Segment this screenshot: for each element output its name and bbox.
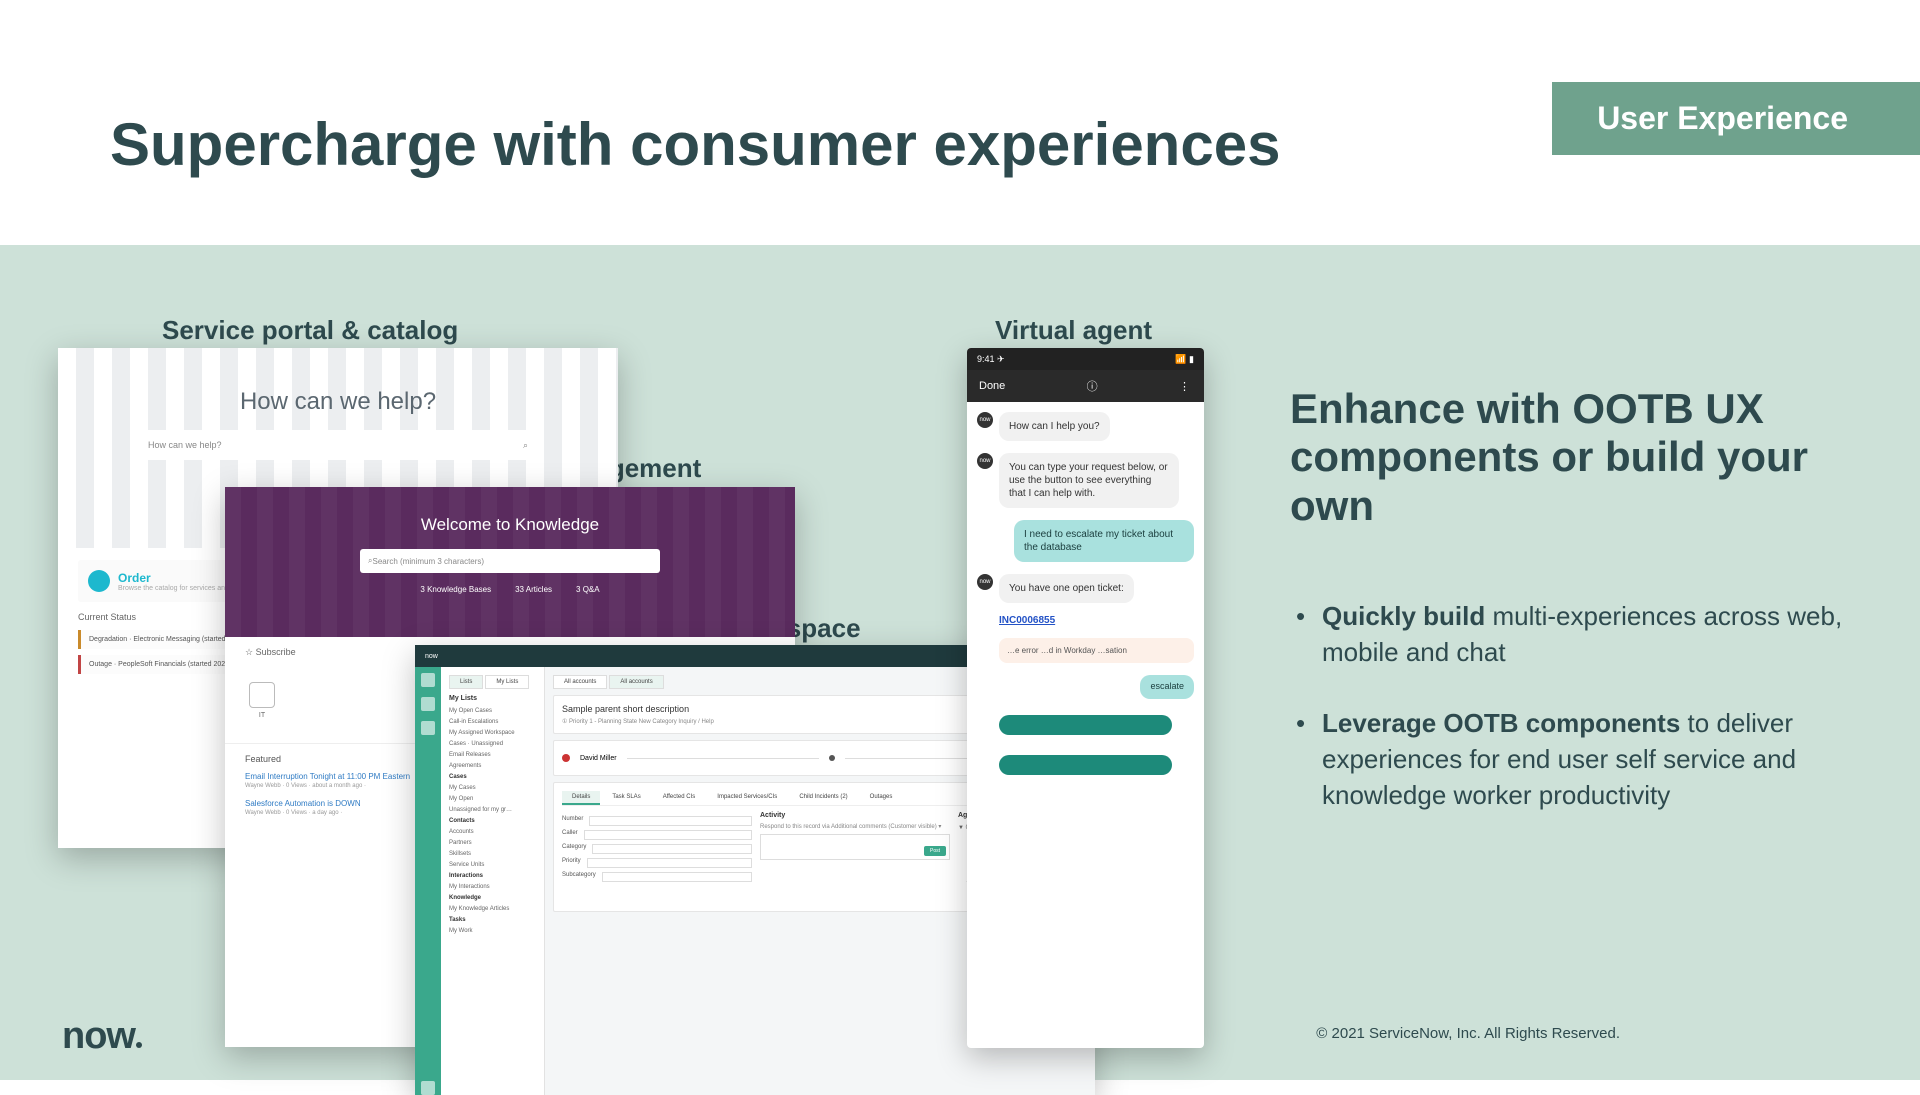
list-group[interactable]: Interactions: [449, 873, 536, 879]
list-item[interactable]: Partners: [449, 840, 536, 846]
field-input[interactable]: [587, 858, 752, 868]
list-item[interactable]: My Work: [449, 928, 536, 934]
detail-tab[interactable]: Outages: [860, 791, 903, 805]
list-item[interactable]: My Open Cases: [449, 708, 536, 714]
category-badge: User Experience: [1552, 82, 1920, 155]
home-icon[interactable]: [421, 673, 435, 687]
user-status-icon: [562, 754, 570, 762]
info-icon[interactable]: ⓘ: [1087, 378, 1098, 394]
activity-sub: Respond to this record via Additional co…: [760, 823, 950, 830]
list-item[interactable]: Skillsets: [449, 851, 536, 857]
detail-tab[interactable]: Details: [562, 791, 600, 805]
bot-avatar-icon: now: [977, 453, 993, 469]
kb-tile-label: IT: [259, 712, 265, 719]
list-item[interactable]: My Cases: [449, 785, 536, 791]
list-item[interactable]: Call-in Escalations: [449, 719, 536, 725]
kb-tile[interactable]: IT: [249, 682, 275, 719]
list-group[interactable]: Knowledge: [449, 895, 536, 901]
chat-option-button[interactable]: [999, 715, 1172, 735]
activity-heading: Activity: [760, 812, 950, 819]
field-label: Caller: [562, 830, 578, 840]
list-group[interactable]: Contacts: [449, 818, 536, 824]
detail-tab[interactable]: Child Incidents (2): [789, 791, 857, 805]
section-heading: Enhance with OOTB UX components or build…: [1290, 385, 1850, 530]
chat-user-message: escalate: [1140, 675, 1194, 699]
knowledge-search-placeholder: Search (minimum 3 characters): [372, 557, 484, 566]
workspace-tab[interactable]: All accounts: [553, 675, 607, 689]
bullet-item: Quickly build multi-experiences across w…: [1290, 598, 1850, 671]
detail-tab[interactable]: Impacted Services/CIs: [707, 791, 787, 805]
workspace-side-list: Lists My Lists My Lists My Open Cases Ca…: [441, 667, 545, 1095]
brand-logo: now: [62, 1015, 142, 1058]
workspace-tab[interactable]: All accounts: [609, 675, 663, 689]
cart-icon: [88, 570, 110, 592]
detail-tab[interactable]: Task SLAs: [602, 791, 650, 805]
field-input[interactable]: [592, 844, 752, 854]
field-label: Priority: [562, 858, 581, 868]
chat-notice: …e error …d in Workday …sation: [999, 638, 1194, 663]
list-item[interactable]: Email Releases: [449, 752, 536, 758]
field-input[interactable]: [602, 872, 752, 882]
timeline-dot: [829, 755, 835, 761]
kb-stat: 3 Q&A: [576, 585, 600, 594]
chat-option-button[interactable]: [999, 755, 1172, 775]
inbox-icon[interactable]: [421, 721, 435, 735]
phone-icon: [249, 682, 275, 708]
bullet-item: Leverage OOTB components to deliver expe…: [1290, 705, 1850, 814]
list-item[interactable]: My Knowledge Articles: [449, 906, 536, 912]
bot-avatar-icon: now: [977, 412, 993, 428]
workspace-nav-rail[interactable]: [415, 667, 441, 1095]
search-icon: ⌕: [523, 440, 528, 451]
bot-avatar-icon: now: [977, 574, 993, 590]
phone-time: 9:41 ✈: [977, 354, 1005, 365]
record-user: David Miller: [580, 755, 617, 762]
field-label: Number: [562, 816, 583, 826]
chat-bot-message: You can type your request below, or use …: [999, 453, 1179, 508]
list-group[interactable]: Cases: [449, 774, 536, 780]
list-icon[interactable]: [421, 697, 435, 711]
list-item[interactable]: My Interactions: [449, 884, 536, 890]
list-item[interactable]: Accounts: [449, 829, 536, 835]
kb-stat: 3 Knowledge Bases: [420, 585, 491, 594]
side-tab[interactable]: My Lists: [485, 675, 529, 689]
field-label: Subcategory: [562, 872, 596, 882]
copyright-text: © 2021 ServiceNow, Inc. All Rights Reser…: [1316, 1025, 1620, 1042]
chat-bot-message: How can I help you?: [999, 412, 1110, 441]
field-input[interactable]: [589, 816, 752, 826]
list-item[interactable]: Unassigned for my gr…: [449, 807, 536, 813]
phone-status-icons: 📶 ▮: [1175, 354, 1194, 365]
detail-tab[interactable]: Affected CIs: [653, 791, 706, 805]
side-tab[interactable]: Lists: [449, 675, 483, 689]
portal-heading: How can we help?: [58, 348, 618, 416]
incident-link[interactable]: INC0006855: [999, 615, 1194, 626]
knowledge-heading: Welcome to Knowledge: [225, 487, 795, 535]
list-group[interactable]: Tasks: [449, 917, 536, 923]
knowledge-search[interactable]: ⌕ Search (minimum 3 characters): [360, 549, 660, 573]
list-item[interactable]: Service Units: [449, 862, 536, 868]
field-label: Category: [562, 844, 586, 854]
portal-search-placeholder: How can we help?: [148, 440, 222, 450]
workspace-brand: now: [425, 653, 438, 660]
chat-bot-message: You have one open ticket:: [999, 574, 1134, 603]
label-agent: Virtual agent: [995, 315, 1152, 346]
portal-search[interactable]: How can we help? ⌕: [138, 430, 538, 460]
list-item[interactable]: My Assigned Workspace: [449, 730, 536, 736]
list-item[interactable]: Agreements: [449, 763, 536, 769]
label-portal: Service portal & catalog: [162, 315, 458, 346]
list-item[interactable]: My Open: [449, 796, 536, 802]
phone-icon[interactable]: [421, 1081, 435, 1095]
field-input[interactable]: [584, 830, 752, 840]
post-button[interactable]: Post: [924, 846, 946, 856]
screenshot-chat: 9:41 ✈ 📶 ▮ Done ⓘ ⋮ now How can I help y…: [967, 348, 1204, 1048]
side-heading: My Lists: [449, 695, 536, 702]
kb-stat: 33 Articles: [515, 585, 552, 594]
list-item[interactable]: Cases · Unassigned: [449, 741, 536, 747]
more-icon[interactable]: ⋮: [1179, 380, 1192, 393]
chat-done-button[interactable]: Done: [979, 380, 1005, 392]
chat-user-message: I need to escalate my ticket about the d…: [1014, 520, 1194, 562]
